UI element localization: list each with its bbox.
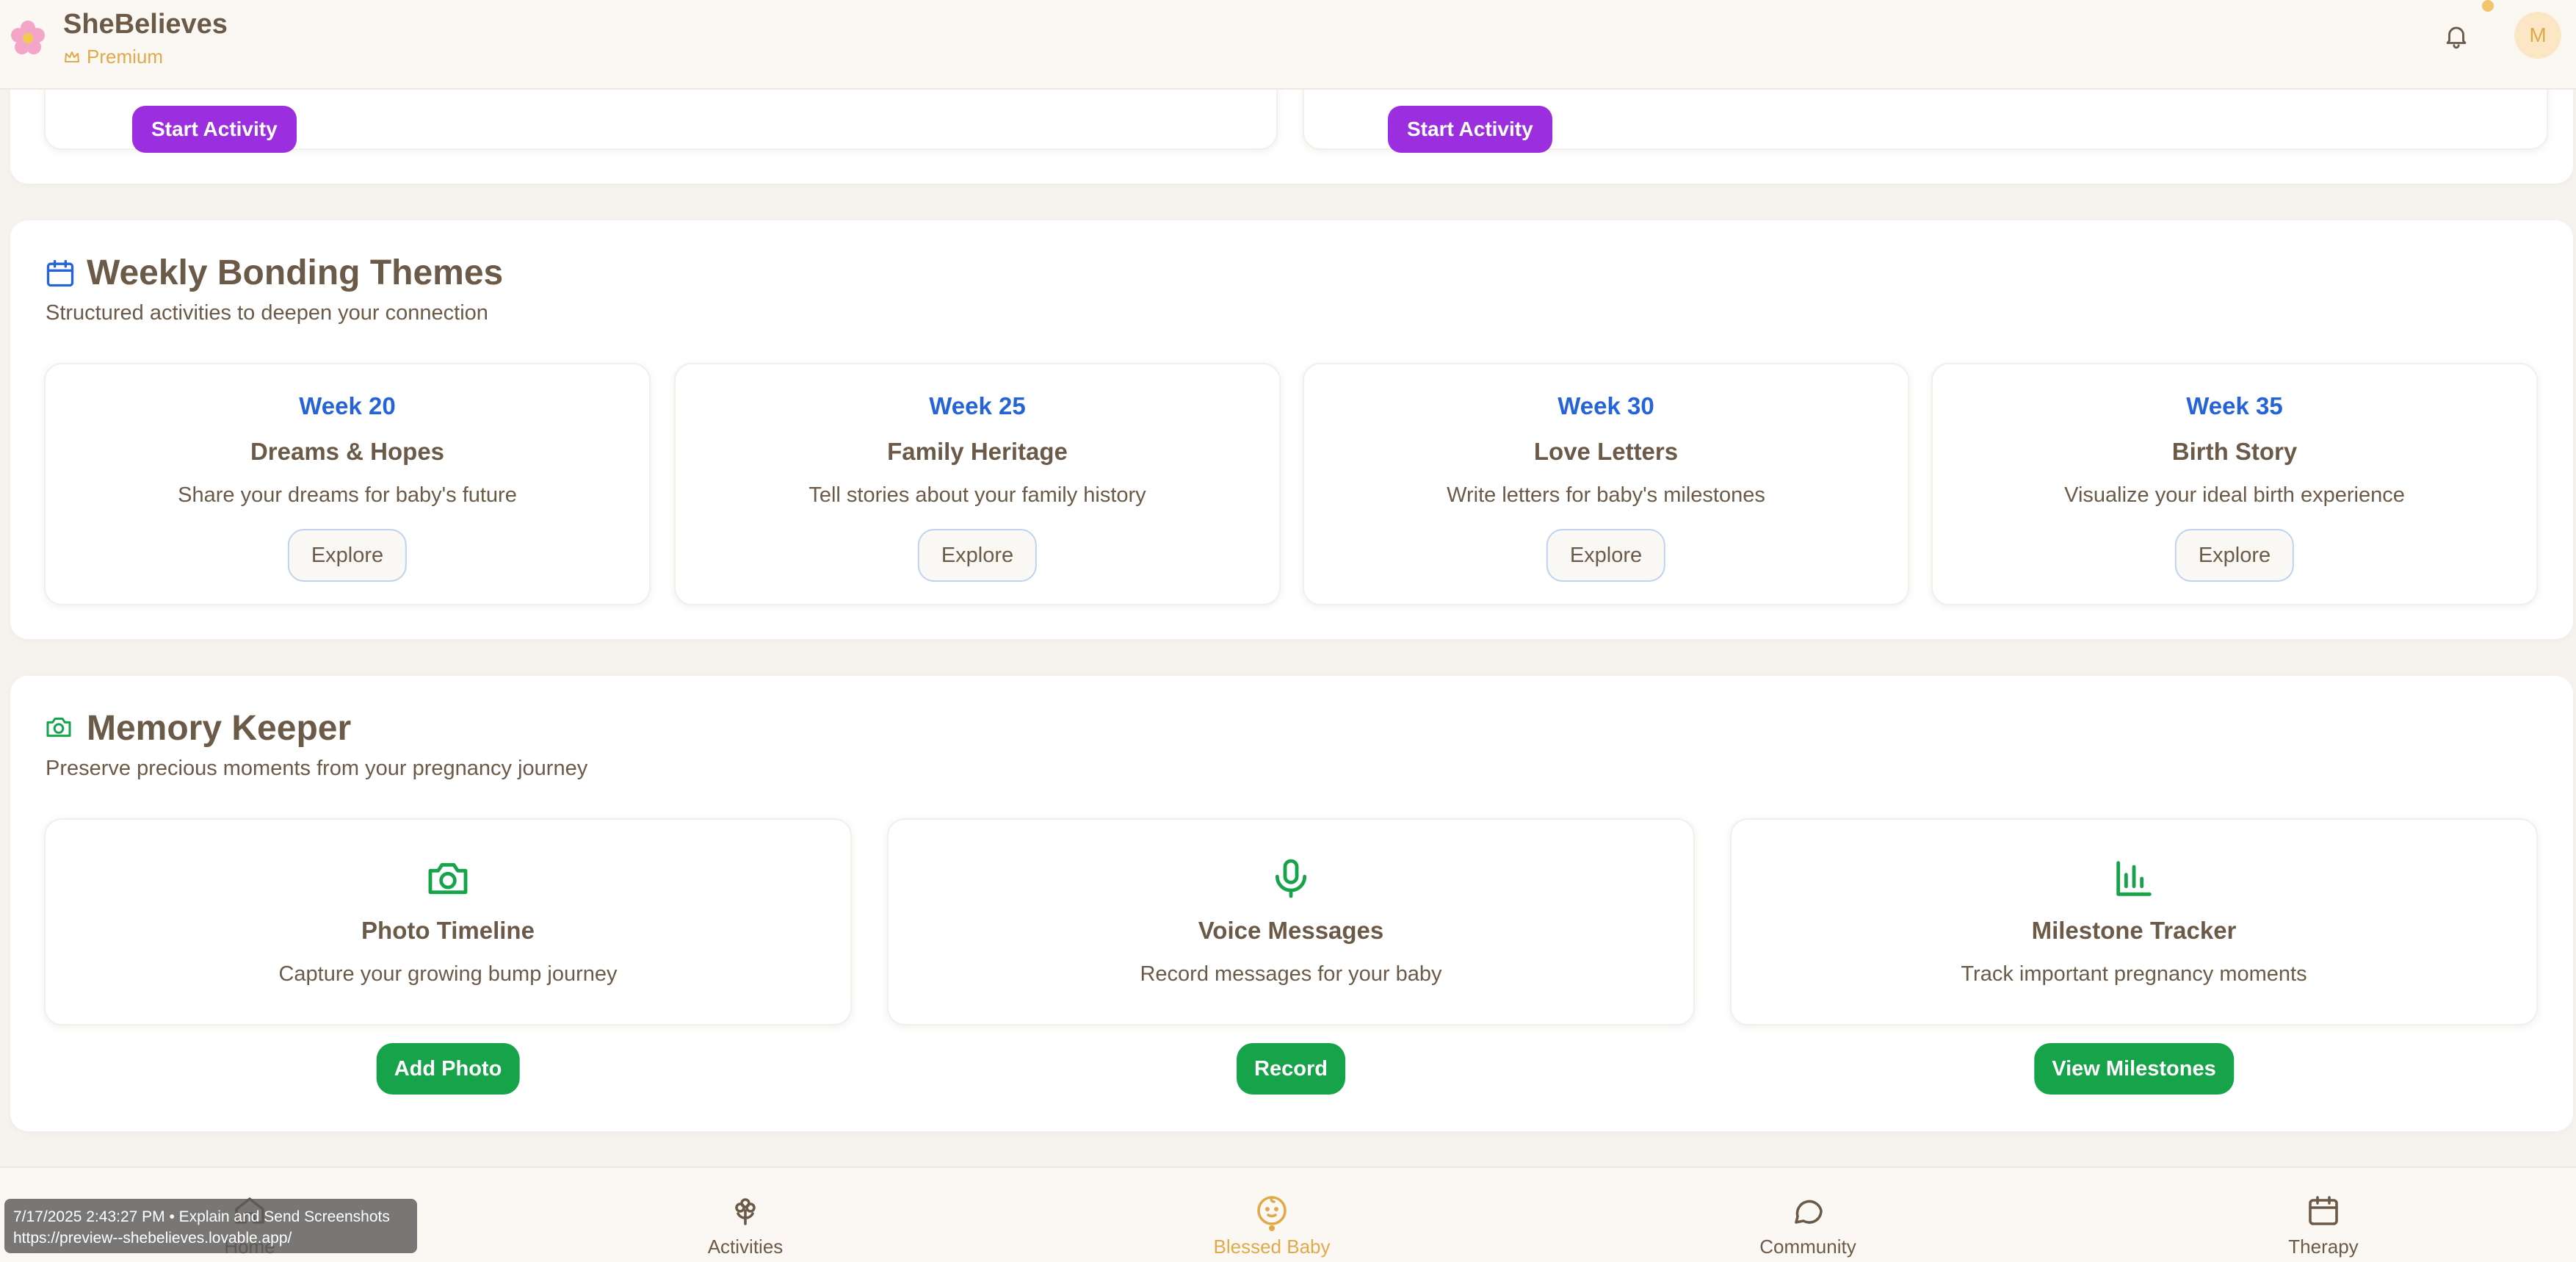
add-photo-button[interactable]: Add Photo — [376, 1043, 520, 1095]
nav-label: Therapy — [2288, 1236, 2359, 1258]
week-title: Family Heritage — [887, 438, 1068, 465]
photo-timeline-card: Photo Timeline Capture your growing bump… — [44, 818, 852, 1025]
memory-title: Voice Messages — [1198, 917, 1384, 944]
explore-button[interactable]: Explore — [917, 529, 1038, 582]
week-card: Week 30 Love Letters Write letters for b… — [1303, 363, 1909, 605]
explore-button[interactable]: Explore — [2174, 529, 2295, 582]
premium-label: Premium — [87, 46, 164, 68]
chat-bubble-icon — [1795, 1200, 1823, 1224]
nav-item-blessed-baby[interactable]: Blessed Baby — [1184, 1168, 1360, 1262]
week-label: Week 25 — [929, 392, 1026, 419]
flower-icon — [735, 1198, 756, 1225]
week-label: Week 35 — [2186, 392, 2283, 419]
explore-button[interactable]: Explore — [1546, 529, 1666, 582]
week-card: Week 20 Dreams & Hopes Share your dreams… — [44, 363, 651, 605]
week-card: Week 35 Birth Story Visualize your ideal… — [1931, 363, 2538, 605]
baby-icon — [1257, 1196, 1287, 1225]
app-header: SheBelieves Premium M — [0, 0, 2576, 90]
memory-title: Photo Timeline — [361, 917, 535, 944]
view-milestones-button[interactable]: View Milestones — [2034, 1043, 2234, 1095]
nav-item-therapy[interactable]: Therapy — [2235, 1168, 2412, 1262]
nav-item-activities[interactable]: Activities — [657, 1168, 833, 1262]
calendar-icon — [46, 259, 74, 287]
nav-item-community[interactable]: Community — [1720, 1168, 1896, 1262]
bar-chart-icon — [2116, 861, 2152, 896]
week-label: Week 20 — [299, 392, 396, 419]
start-activity-button[interactable]: Start Activity — [132, 106, 297, 153]
overlay-url: https://preview--shebelieves.lovable.app… — [13, 1230, 292, 1247]
brand-name: SheBelieves — [63, 9, 228, 40]
explore-button[interactable]: Explore — [287, 529, 408, 582]
week-description: Tell stories about your family history — [808, 483, 1146, 507]
crown-icon — [65, 51, 79, 62]
section-subtitle: Structured activities to deepen your con… — [46, 301, 488, 325]
camera-icon — [428, 862, 468, 895]
record-button[interactable]: Record — [1237, 1043, 1345, 1095]
bell-icon[interactable] — [2442, 22, 2470, 50]
microphone-icon — [1275, 859, 1307, 898]
calendar-icon — [2309, 1196, 2338, 1225]
section-subtitle: Preserve precious moments from your preg… — [46, 757, 588, 780]
week-title: Dreams & Hopes — [250, 438, 445, 465]
memory-description: Record messages for your baby — [1140, 962, 1442, 986]
week-title: Birth Story — [2171, 438, 2298, 465]
active-indicator — [1269, 1225, 1275, 1231]
week-title: Love Letters — [1533, 438, 1679, 465]
week-card: Week 25 Family Heritage Tell stories abo… — [674, 363, 1281, 605]
week-description: Share your dreams for baby's future — [178, 483, 517, 507]
section-title: Weekly Bonding Themes — [87, 253, 504, 292]
week-label: Week 30 — [1557, 392, 1654, 419]
premium-badge: Premium — [63, 46, 163, 68]
screenshot-info-overlay: 7/17/2025 2:43:27 PM • Explain and Send … — [4, 1199, 417, 1253]
week-description: Visualize your ideal birth experience — [2064, 483, 2405, 507]
start-activity-button[interactable]: Start Activity — [1388, 106, 1552, 153]
nav-label: Blessed Baby — [1213, 1236, 1331, 1258]
memory-description: Track important pregnancy moments — [1961, 962, 2307, 986]
section-title: Memory Keeper — [87, 709, 352, 748]
voice-messages-card: Voice Messages Record messages for your … — [887, 818, 1695, 1025]
camera-icon — [46, 717, 71, 738]
memory-title: Milestone Tracker — [2031, 917, 2237, 944]
flower-logo-icon — [11, 21, 45, 54]
app-root: SheBelieves Premium M Start Activity Sta… — [0, 0, 2576, 1262]
milestone-tracker-card: Milestone Tracker Track important pregna… — [1730, 818, 2538, 1025]
nav-label: Community — [1759, 1236, 1856, 1258]
week-description: Write letters for baby's milestones — [1447, 483, 1765, 507]
nav-label: Activities — [707, 1236, 784, 1258]
overlay-timestamp: 7/17/2025 2:43:27 PM • Explain and Send … — [13, 1208, 390, 1225]
avatar[interactable]: M — [2514, 12, 2561, 59]
notification-dot — [2482, 0, 2494, 12]
memory-description: Capture your growing bump journey — [278, 962, 618, 986]
